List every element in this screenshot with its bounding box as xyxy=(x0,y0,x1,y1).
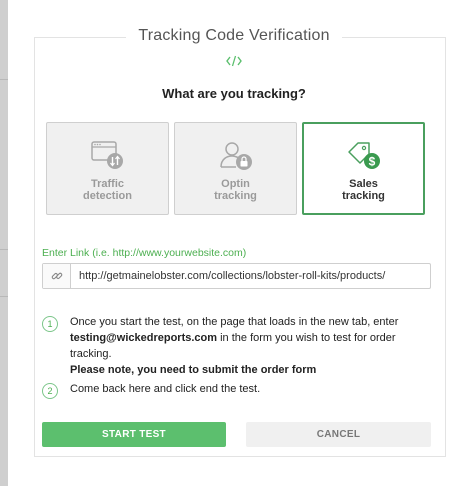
optin-tracking-icon xyxy=(220,142,252,170)
option-label-line1: Sales xyxy=(349,178,378,190)
step-number: 2 xyxy=(42,383,58,399)
code-icon xyxy=(226,55,242,67)
step-number: 1 xyxy=(42,316,58,332)
option-label-line1: Optin xyxy=(221,178,250,190)
link-url-input[interactable] xyxy=(71,264,430,288)
option-sales-tracking[interactable]: $ Sales tracking xyxy=(302,122,425,215)
dialog-title-wrap: Tracking Code Verification xyxy=(8,27,460,45)
option-label: Traffic detection xyxy=(47,178,168,202)
question-heading: What are you tracking? xyxy=(162,86,306,101)
link-icon-addon xyxy=(43,264,71,288)
step-1-intro: Once you start the test, on the page tha… xyxy=(70,316,399,328)
option-label-line2: detection xyxy=(83,190,132,202)
option-label-line2: tracking xyxy=(342,190,385,202)
step-1-note: Please note, you need to submit the orde… xyxy=(70,364,317,376)
svg-text:$: $ xyxy=(369,155,376,169)
step-1-text: Once you start the test, on the page tha… xyxy=(70,314,440,378)
backdrop xyxy=(0,0,8,486)
option-label: Optin tracking xyxy=(175,178,296,202)
traffic-detection-icon xyxy=(91,141,123,169)
start-test-button[interactable]: START TEST xyxy=(42,422,226,447)
backdrop-divider xyxy=(0,249,8,250)
link-label: Enter Link (i.e. http://www.yourwebsite.… xyxy=(42,247,247,259)
option-label-line1: Traffic xyxy=(90,178,124,190)
backdrop-divider xyxy=(0,296,8,297)
cancel-button[interactable]: CANCEL xyxy=(246,422,431,447)
option-label-line2: tracking xyxy=(214,190,257,202)
step-2-text: Come back here and click end the test. xyxy=(70,383,261,395)
option-label: Sales tracking xyxy=(304,178,423,202)
link-icon xyxy=(51,272,63,280)
sales-tracking-icon: $ xyxy=(348,142,380,169)
option-traffic-detection[interactable]: Traffic detection xyxy=(46,122,169,215)
backdrop-divider xyxy=(0,79,8,80)
link-input-group xyxy=(42,263,431,289)
test-email: testing@wickedreports.com xyxy=(70,332,218,344)
dialog-title: Tracking Code Verification xyxy=(126,27,342,45)
tracking-verification-dialog: Tracking Code Verification What are you … xyxy=(8,0,460,486)
option-optin-tracking[interactable]: Optin tracking xyxy=(174,122,297,215)
